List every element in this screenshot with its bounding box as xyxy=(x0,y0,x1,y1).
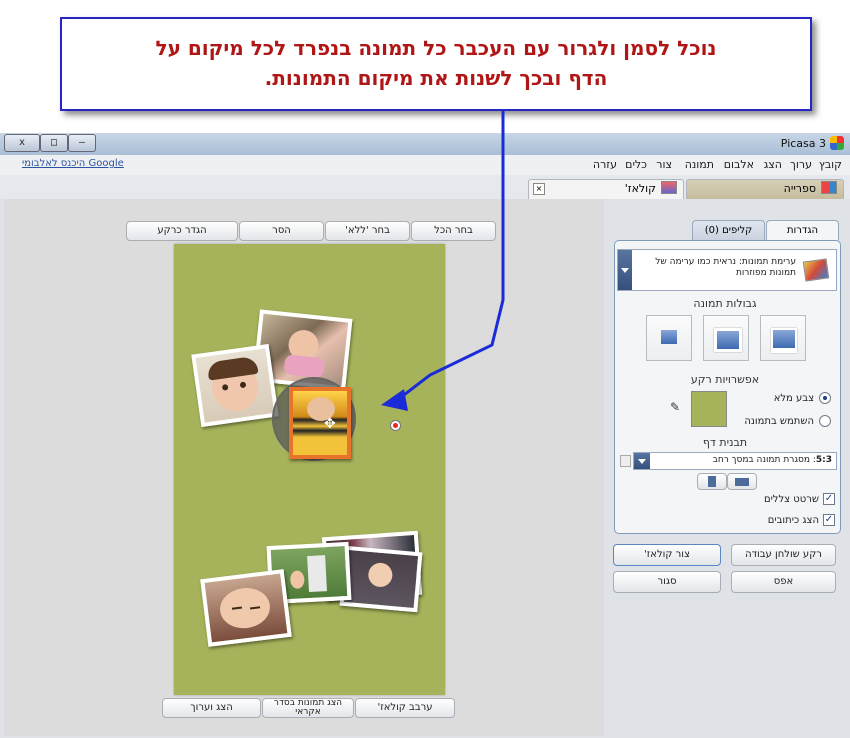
page-format-select[interactable]: 5:3: מסגרת תמונה במסך רחב xyxy=(633,452,837,470)
draw-shadows-label: שרטט צללים xyxy=(763,494,819,505)
show-edit-button[interactable]: הצג וערוך xyxy=(162,698,261,718)
page-format-text: 5:3: מסגרת תמונה במסך רחב xyxy=(712,455,832,465)
reset-button[interactable]: אפס xyxy=(731,571,836,593)
dropdown-arrow-icon[interactable] xyxy=(618,250,632,290)
photo-pile-icon xyxy=(802,258,830,282)
collage-type-dropdown[interactable]: ערימת תמונות: נראית כמו ערימה של תמונות … xyxy=(617,249,837,291)
landscape-icon xyxy=(735,477,749,486)
border-white-option[interactable] xyxy=(703,315,749,361)
eyedropper-icon[interactable]: ✎ xyxy=(670,400,680,414)
lock-icon[interactable] xyxy=(620,455,631,467)
create-collage-button[interactable]: צור קולאז' xyxy=(613,544,721,566)
background-options-title: אפשרויות רקע xyxy=(690,373,760,386)
landscape-orientation-button[interactable] xyxy=(727,473,757,490)
portrait-orientation-button[interactable] xyxy=(697,473,727,490)
show-captions-label: הצג כיתובים xyxy=(767,515,819,526)
solid-color-label: צבע מלא xyxy=(773,393,814,404)
image-thumbnail-icon xyxy=(714,328,742,352)
border-none-option[interactable] xyxy=(646,315,692,361)
solid-color-radio[interactable] xyxy=(819,392,831,404)
close-button[interactable]: סגור xyxy=(613,571,721,593)
image-thumbnail-icon xyxy=(771,328,797,353)
image-thumbnail-icon xyxy=(661,330,677,344)
show-captions-checkbox[interactable]: ✓ xyxy=(823,514,835,526)
use-image-radio[interactable] xyxy=(819,415,831,427)
tab-settings[interactable]: הגדרות xyxy=(766,220,839,240)
collage-type-text: ערימת תמונות: נראית כמו ערימה של תמונות … xyxy=(655,257,796,278)
border-polaroid-option[interactable] xyxy=(760,315,806,361)
draw-shadows-checkbox[interactable]: ✓ xyxy=(823,493,835,505)
page-format-title: תבנית דף xyxy=(702,436,748,449)
random-order-button[interactable]: הצג תמונות בסדר אקראי xyxy=(262,698,354,718)
use-image-label: השתמש בתמונה xyxy=(744,416,814,427)
desktop-background-button[interactable]: רקע שולחן עבודה xyxy=(731,544,836,566)
shuffle-collage-button[interactable]: ערבב קולאז' xyxy=(355,698,455,718)
background-color-swatch[interactable] xyxy=(691,391,727,427)
portrait-icon xyxy=(708,476,716,487)
dropdown-arrow-icon[interactable] xyxy=(634,453,650,469)
picture-borders-title: גבולות תמונה xyxy=(693,297,757,310)
tab-clips[interactable]: קליפים (0) xyxy=(692,220,765,240)
